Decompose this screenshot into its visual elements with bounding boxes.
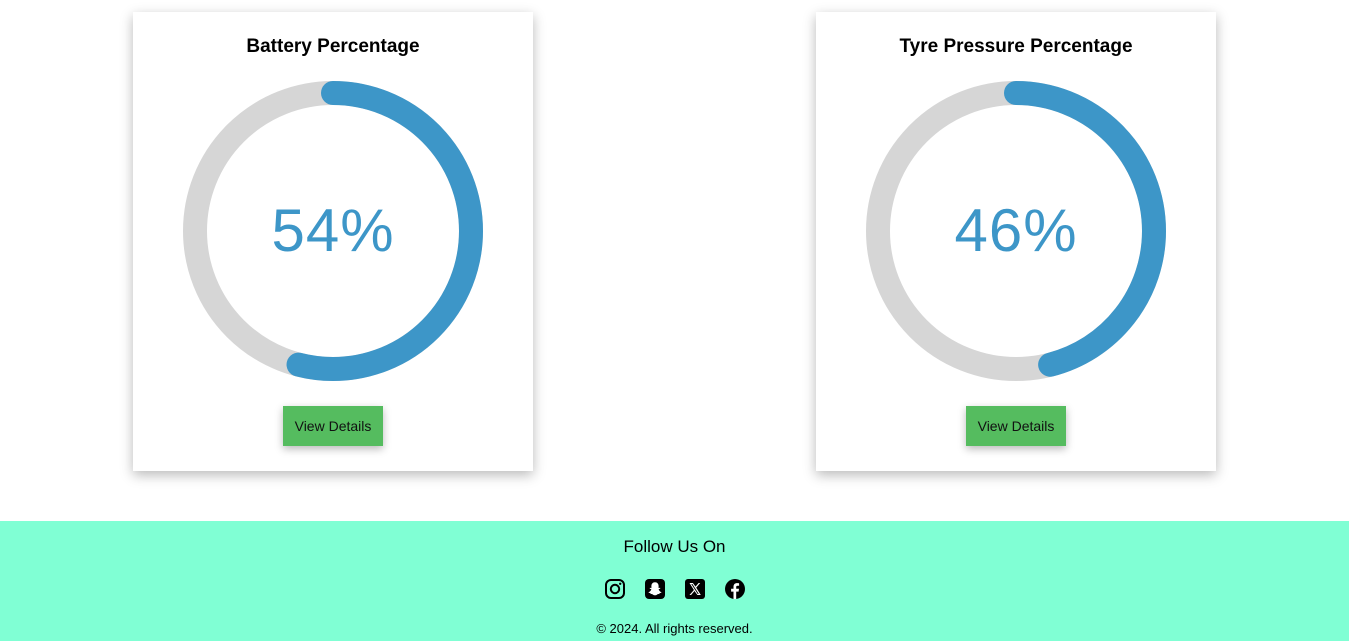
battery-gauge: 54% — [183, 81, 483, 381]
battery-view-details-button[interactable]: View Details — [283, 406, 383, 446]
tyre-pressure-value: 46% — [954, 197, 1078, 264]
footer: Follow Us On © 2024. All rights reserved… — [0, 521, 1349, 641]
battery-card-title: Battery Percentage — [246, 36, 420, 57]
tyre-pressure-card: Tyre Pressure Percentage 46% View Detail… — [816, 12, 1216, 471]
social-links — [604, 578, 746, 600]
instagram-icon[interactable] — [604, 578, 626, 600]
tyre-pressure-gauge: 46% — [866, 81, 1166, 381]
follow-us-label: Follow Us On — [623, 537, 726, 556]
x-icon[interactable] — [684, 578, 706, 600]
tyre-pressure-card-title: Tyre Pressure Percentage — [899, 36, 1133, 57]
snapchat-icon[interactable] — [644, 578, 666, 600]
facebook-icon[interactable] — [724, 578, 746, 600]
tyre-pressure-view-details-button[interactable]: View Details — [966, 406, 1066, 446]
battery-value: 54% — [271, 197, 395, 264]
dashboard-cards: Battery Percentage 54% View Details Tyre… — [0, 0, 1349, 521]
battery-card: Battery Percentage 54% View Details — [133, 12, 533, 471]
copyright-text: © 2024. All rights reserved. — [596, 621, 753, 636]
